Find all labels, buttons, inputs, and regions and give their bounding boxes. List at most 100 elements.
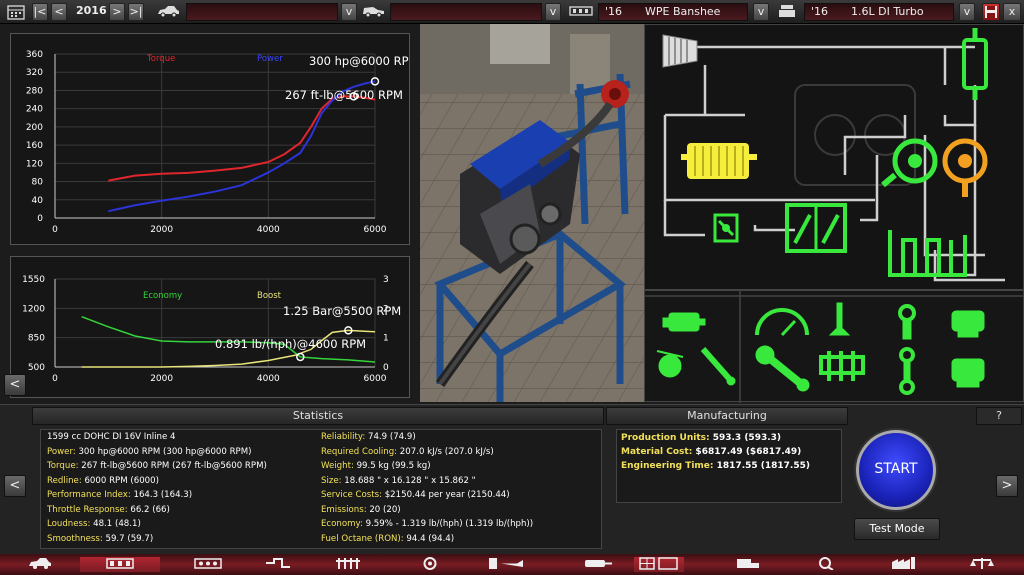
year-next-button[interactable]: > [109,3,125,21]
stat-key: Size: [321,475,342,486]
save-icon[interactable] [982,3,1000,21]
engine-icon[interactable] [662,312,706,332]
turbo-turbine-icon[interactable] [942,138,988,197]
car-family-icon [155,4,181,20]
piston-icon[interactable] [951,310,985,338]
legend-boost: Boost [257,291,282,301]
stat-key: Redline: [47,475,82,486]
exhaust-muffler-icon[interactable] [962,28,988,100]
tab-research-icon[interactable] [806,557,846,572]
engine-dropdown-button[interactable]: v [959,3,975,21]
y-right-tick-label: 0 [383,363,389,373]
car-name: WPE Banshee [645,5,721,18]
stat-key: Throttle Response: [47,504,128,515]
y-right-tick-label: 3 [383,275,389,285]
family-field[interactable] [186,3,338,21]
tab-testing-icon[interactable] [728,557,768,572]
air-filter-icon[interactable] [662,34,698,68]
piston-pair-icon[interactable] [951,358,985,388]
stat-key: Material Cost: [621,447,693,457]
stat-key: Emissions: [321,504,367,515]
bypass-valve-icon[interactable] [713,213,739,243]
manufacturing-row: Material Cost: $6817.49 ($6817.49) [621,447,801,457]
stat-row: Emissions: 20 (20) [321,504,401,517]
stat-value: 48.1 (48.1) [90,519,141,529]
crankshaft-icon[interactable] [819,351,865,381]
stat-value: 1599 cc DOHC DI 16V Inline 4 [47,432,176,442]
prev-page-button[interactable]: < [4,475,26,497]
turbo-compressor-icon[interactable] [881,138,938,188]
variant-field[interactable] [390,3,542,21]
tab-car-icon[interactable] [20,557,60,572]
annotation-boost: 1.25 Bar@5500 RPM [283,304,401,318]
stat-key: Fuel Octane (RON): [321,533,404,544]
spark-plug-icon[interactable] [700,347,736,386]
stat-row: Throttle Response: 66.2 (66) [47,504,170,517]
year-last-button[interactable]: >| [128,3,144,21]
tab-factory-icon[interactable] [884,557,924,572]
tab-balance-icon[interactable] [962,557,1002,572]
test-mode-button[interactable]: Test Mode [854,518,940,540]
close-button[interactable]: x [1003,3,1021,21]
conrod-icon[interactable] [899,347,915,395]
x-tick-label: 2000 [150,374,173,384]
engine-3d-viewport[interactable] [420,24,644,402]
statistics-header: Statistics [32,407,604,425]
stat-value: 6000 RPM (6000) [81,475,159,486]
stat-row: Fuel Octane (RON): 94.4 (94.4) [321,533,454,546]
stat-key: Engineering Time: [621,461,714,471]
stat-value: 164.3 (164.3) [130,490,193,500]
year-prev-button[interactable]: < [51,3,67,21]
piston-ring-icon[interactable] [898,304,916,340]
stat-key: Smoothness: [47,533,103,544]
car-dropdown-button[interactable]: v [753,3,769,21]
stat-value: 1817.55 (1817.55) [713,461,810,471]
x-tick-label: 0 [52,225,58,235]
tab-engine-block-icon[interactable] [80,557,160,572]
power-torque-chart: 0 2000 4000 600004080120160200240280320360 … [26,50,419,235]
tab-fuel-icon[interactable] [482,557,532,572]
power-torque-panel: 0 2000 4000 6000 0 40 80 120 160 200 240 280 320 360 … [10,33,419,245]
valve-icon[interactable] [828,302,851,336]
family-dropdown-button[interactable]: v [341,3,357,21]
stat-row: 1599 cc DOHC DI 16V Inline 4 [47,431,175,444]
stat-row: Power: 300 hp@6000 RPM (300 hp@6000 RPM) [47,446,252,459]
y-right-tick-label: 1 [383,334,389,344]
ignition-icon[interactable] [656,350,684,378]
x-tick-label: 4000 [257,374,280,384]
x-tick-label: 4000 [257,225,280,235]
tab-valvetrain-icon[interactable] [328,557,368,572]
tab-exhaust-icon[interactable] [578,557,618,572]
back-button[interactable]: < [4,374,26,396]
year-first-button[interactable]: |< [32,3,48,21]
engine-variant-field[interactable]: '16 1.6L DI Turbo [804,3,954,21]
engine-3d-render [420,24,644,402]
help-button[interactable]: ? [976,407,1022,425]
engine-schematic[interactable] [644,24,1024,290]
tab-turbo-icon[interactable] [410,557,450,572]
schematic-diagram [662,28,1005,282]
tab-crank-icon[interactable] [258,557,298,572]
throttle-body-icon[interactable] [785,203,847,253]
stat-row: Economy: 9.59% - 1.319 lb/(hph) (1.319 l… [321,518,533,531]
car-model-field[interactable]: '16 WPE Banshee [598,3,748,21]
manufacturing-header: Manufacturing [606,407,848,425]
stat-value: 267 ft-lb@5600 RPM (267 ft-lb@5600 RPM) [78,461,267,471]
gauge-icon[interactable] [755,308,809,337]
manufacturing-row: Engineering Time: 1817.55 (1817.55) [621,461,810,471]
intercooler-icon[interactable] [681,143,757,179]
tab-head-icon[interactable] [188,557,228,572]
calendar-icon[interactable] [6,4,26,20]
start-button[interactable]: START [856,430,936,510]
y-tick-label: 120 [26,159,43,169]
variant-dropdown-button[interactable]: v [545,3,561,21]
stat-value: 59.7 (59.7) [102,533,154,544]
tab-spreadsheet-icon[interactable] [634,557,684,572]
stat-value: 99.5 kg (99.5 kg) [353,461,431,471]
wrench-icon[interactable] [755,345,810,392]
stat-row: Reliability: 74.9 (74.9) [321,431,416,444]
manufacturing-row: Production Units: 593.3 (593.3) [621,433,781,443]
next-page-button[interactable]: > [996,475,1018,497]
stat-key: Service Costs: [321,490,382,500]
intake-manifold-icon[interactable] [888,230,967,277]
